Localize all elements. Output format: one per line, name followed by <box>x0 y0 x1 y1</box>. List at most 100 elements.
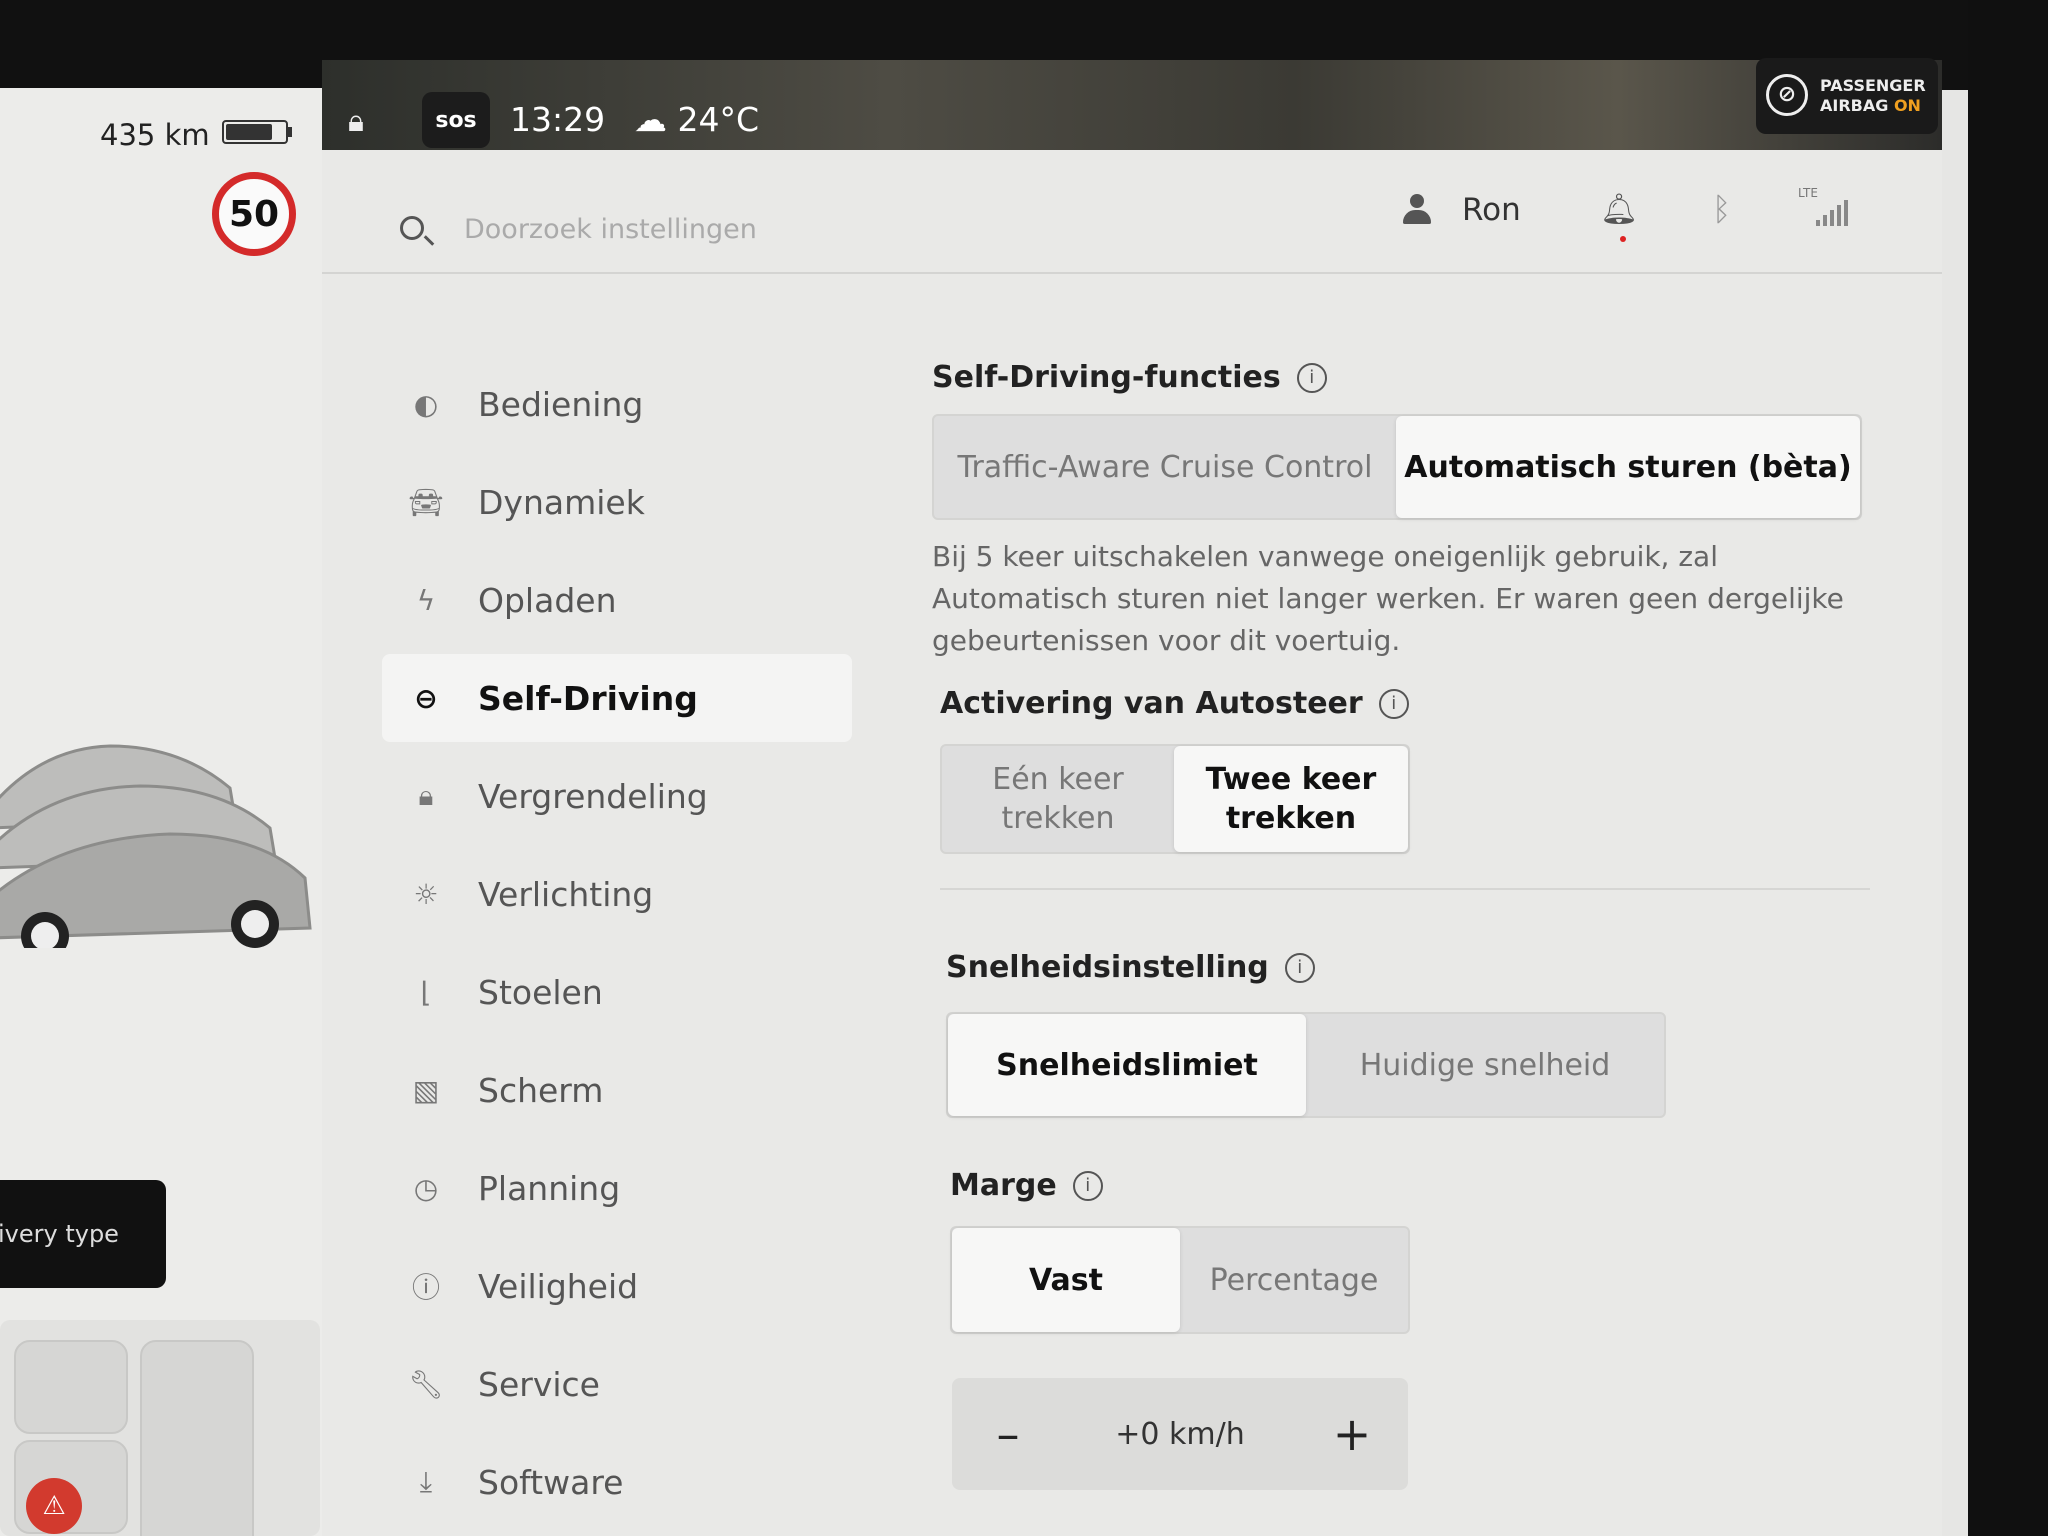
search-icon[interactable] <box>400 216 424 240</box>
range-readout: 435 km <box>100 118 210 152</box>
car-illustration <box>0 744 312 948</box>
section-divider <box>940 888 1870 890</box>
user-icon[interactable] <box>1400 194 1434 228</box>
airbag-line1: PASSENGER <box>1820 76 1926 95</box>
nav-label: Veiligheid <box>478 1266 639 1306</box>
speed-offset-stepper: – +0 km/h + <box>952 1378 1408 1490</box>
nav-item-software[interactable]: ⤓ Software <box>382 1438 852 1526</box>
delivery-type-label: ivery type <box>0 1220 119 1248</box>
bell-icon[interactable]: 🔔︎ <box>1600 192 1638 227</box>
battery-icon <box>222 120 288 144</box>
toggle-icon: ◐ <box>413 387 439 421</box>
car-panel: 435 km 50 ivery type ⚠ <box>0 88 322 1536</box>
weather: ☁ 24°C <box>634 100 760 139</box>
speed-offset-value: +0 km/h <box>1115 1416 1245 1452</box>
lock-icon: 🔒︎ <box>418 779 434 812</box>
notification-dot <box>1620 236 1626 242</box>
nav-label: Dynamiek <box>478 482 645 522</box>
car-icon: 🚘︎ <box>408 485 444 519</box>
option-speed-limit[interactable]: Snelheidslimiet <box>948 1014 1306 1116</box>
nav-label: Self-Driving <box>478 678 698 718</box>
nav-label: Stoelen <box>478 972 603 1012</box>
autosteer-activation-title: Activering van Autosteer i <box>940 686 1409 721</box>
bolt-icon: ϟ <box>416 583 436 617</box>
seatbelt-alert-icon: ⚠ <box>26 1478 82 1534</box>
nav-label: Vergrendeling <box>478 776 708 816</box>
seat-front-left <box>14 1340 128 1434</box>
nav-label: Opladen <box>478 580 617 620</box>
airbag-icon: ⊘ <box>1766 74 1808 116</box>
speed-setting-selector: Snelheidslimiet Huidige snelheid <box>946 1012 1666 1118</box>
option-fixed[interactable]: Vast <box>952 1228 1180 1332</box>
speed-limit-sign: 50 <box>212 172 296 256</box>
nav-item-verlichting[interactable]: ☼ Verlichting <box>382 850 852 938</box>
seat-icon: ⌊ <box>420 975 432 1009</box>
sun-icon: ☼ <box>413 877 439 911</box>
nav-label: Bediening <box>478 384 644 424</box>
nav-item-veiligheid[interactable]: ⓘ Veiligheid <box>382 1242 852 1330</box>
nav-label: Service <box>478 1364 600 1404</box>
status-bar: 🔒︎ sos 13:29 ☁ 24°C <box>322 60 1942 150</box>
user-name[interactable]: Ron <box>1462 192 1521 228</box>
clock: 13:29 <box>510 100 606 139</box>
wrench-icon: 🔧︎ <box>408 1367 444 1401</box>
info-icon[interactable]: i <box>1284 952 1315 983</box>
clock-icon: ◷ <box>413 1171 439 1205</box>
settings-header: Ron 🔔︎ ᛒ LTE <box>322 150 1942 274</box>
nav-item-scherm[interactable]: ▧ Scherm <box>382 1046 852 1134</box>
autosteer-activation-selector: Eén keer trekken Twee keer trekken <box>940 744 1410 854</box>
option-percentage[interactable]: Percentage <box>1180 1228 1408 1332</box>
sos-label: sos <box>435 107 477 133</box>
temperature: 24°C <box>677 100 760 139</box>
increase-button[interactable]: + <box>1332 1407 1372 1461</box>
info-icon[interactable]: i <box>1072 1170 1103 1201</box>
bezel-right <box>1968 0 2048 1536</box>
battery-fill <box>226 124 273 140</box>
nav-item-service[interactable]: 🔧︎ Service <box>382 1340 852 1428</box>
self-driving-title: Self-Driving-functies i <box>932 360 1327 395</box>
delivery-type-tag[interactable]: ivery type <box>0 1180 166 1288</box>
option-traffic-aware[interactable]: Traffic-Aware Cruise Control <box>934 416 1396 518</box>
nav-item-bediening[interactable]: ◐ Bediening <box>382 360 852 448</box>
option-current-speed[interactable]: Huidige snelheid <box>1306 1014 1664 1116</box>
steering-wheel-icon: ⊖ <box>414 681 438 715</box>
nav-item-opladen[interactable]: ϟ Opladen <box>382 556 852 644</box>
nav-item-dynamiek[interactable]: 🚘︎ Dynamiek <box>382 458 852 546</box>
seat-rear <box>140 1340 254 1536</box>
passenger-airbag-indicator: ⊘ PASSENGER AIRBAG ON <box>1756 58 1938 134</box>
nav-item-self-driving[interactable]: ⊖ Self-Driving <box>382 654 852 742</box>
self-driving-selector: Traffic-Aware Cruise Control Automatisch… <box>932 414 1862 520</box>
margin-title-text: Marge <box>950 1168 1057 1203</box>
nav-label: Software <box>478 1462 624 1502</box>
cellular-signal-icon: LTE <box>1798 186 1848 226</box>
battery-nub <box>288 127 292 137</box>
autosteer-activation-title-text: Activering van Autosteer <box>940 686 1363 721</box>
decrease-button[interactable]: – <box>988 1407 1028 1461</box>
speed-setting-title-text: Snelheidsinstelling <box>946 950 1269 985</box>
info-icon[interactable]: i <box>1296 362 1327 393</box>
margin-selector: Vast Percentage <box>950 1226 1410 1334</box>
nav-label: Scherm <box>478 1070 604 1110</box>
nav-item-planning[interactable]: ◷ Planning <box>382 1144 852 1232</box>
speed-setting-title: Snelheidsinstelling i <box>946 950 1315 985</box>
nav-item-stoelen[interactable]: ⌊ Stoelen <box>382 948 852 1036</box>
lock-icon[interactable]: 🔒︎ <box>348 104 364 139</box>
settings-panel: Ron 🔔︎ ᛒ LTE ◐ Bediening 🚘︎ Dynamiek ϟ Opla… <box>322 150 1942 1536</box>
display-icon: ▧ <box>412 1073 440 1107</box>
airbag-line2: AIRBAG <box>1820 96 1889 115</box>
nav-label: Verlichting <box>478 874 654 914</box>
sos-button[interactable]: sos <box>422 92 490 148</box>
download-icon: ⤓ <box>419 1465 433 1498</box>
option-autosteer[interactable]: Automatisch sturen (bèta) <box>1396 416 1860 518</box>
autosteer-strike-warning: Bij 5 keer uitschakelen vanwege oneigenl… <box>932 540 1844 657</box>
network-type: LTE <box>1798 186 1818 200</box>
alert-icon: ⓘ <box>411 1271 440 1304</box>
bluetooth-icon[interactable]: ᛒ <box>1712 190 1731 228</box>
screen: 435 km 50 ivery type ⚠ 🔒︎ sos 13:29 ☁ 24… <box>0 0 2048 1536</box>
nav-label: Planning <box>478 1168 621 1208</box>
search-input[interactable] <box>462 206 1026 252</box>
option-pull-twice[interactable]: Twee keer trekken <box>1174 746 1408 852</box>
nav-item-vergrendeling[interactable]: 🔒︎ Vergrendeling <box>382 752 852 840</box>
info-icon[interactable]: i <box>1378 688 1409 719</box>
option-pull-once[interactable]: Eén keer trekken <box>942 746 1174 852</box>
